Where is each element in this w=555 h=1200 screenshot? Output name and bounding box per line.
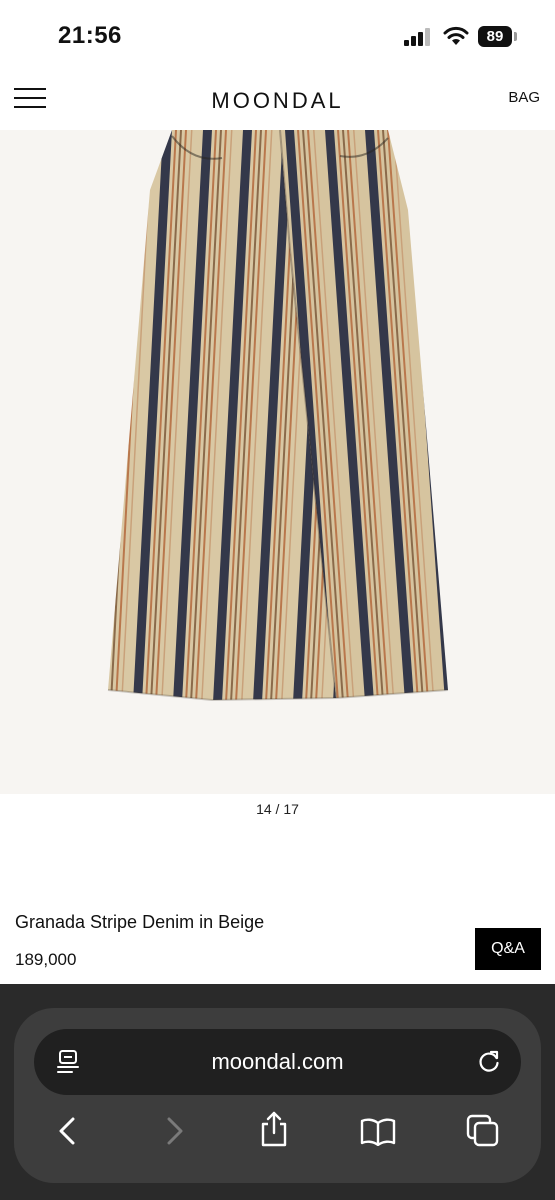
forward-icon[interactable] bbox=[162, 1116, 186, 1146]
product-title: Granada Stripe Denim in Beige bbox=[15, 912, 265, 932]
cellular-signal-icon bbox=[404, 28, 430, 46]
bookmarks-icon[interactable] bbox=[360, 1118, 396, 1146]
wifi-icon bbox=[443, 26, 469, 45]
battery-tip bbox=[514, 32, 517, 41]
product-price: 189,000 bbox=[15, 950, 77, 969]
back-icon[interactable] bbox=[56, 1116, 80, 1146]
share-icon[interactable] bbox=[259, 1111, 289, 1147]
qa-button[interactable]: Q&A bbox=[475, 928, 541, 970]
reload-icon[interactable] bbox=[476, 1049, 502, 1075]
gallery-pager: 14 / 17 bbox=[256, 801, 299, 817]
battery-icon: 89 bbox=[478, 26, 512, 47]
battery-level: 89 bbox=[486, 28, 504, 45]
site-logo[interactable]: MOONDAL bbox=[0, 88, 555, 114]
striped-pants-image bbox=[107, 130, 449, 702]
bag-link[interactable]: BAG bbox=[508, 89, 540, 106]
product-image-gallery[interactable] bbox=[0, 130, 555, 794]
status-bar: 21:56 89 bbox=[0, 0, 555, 72]
site-header: MOONDAL BAG bbox=[0, 72, 555, 130]
tabs-icon[interactable] bbox=[466, 1114, 500, 1148]
address-bar[interactable]: moondal.com bbox=[34, 1029, 521, 1095]
browser-toolbar-panel: moondal.com bbox=[14, 1008, 541, 1183]
browser-toolbar: moondal.com bbox=[0, 984, 555, 1200]
url-text[interactable]: moondal.com bbox=[34, 1049, 521, 1075]
status-time: 21:56 bbox=[58, 22, 122, 49]
